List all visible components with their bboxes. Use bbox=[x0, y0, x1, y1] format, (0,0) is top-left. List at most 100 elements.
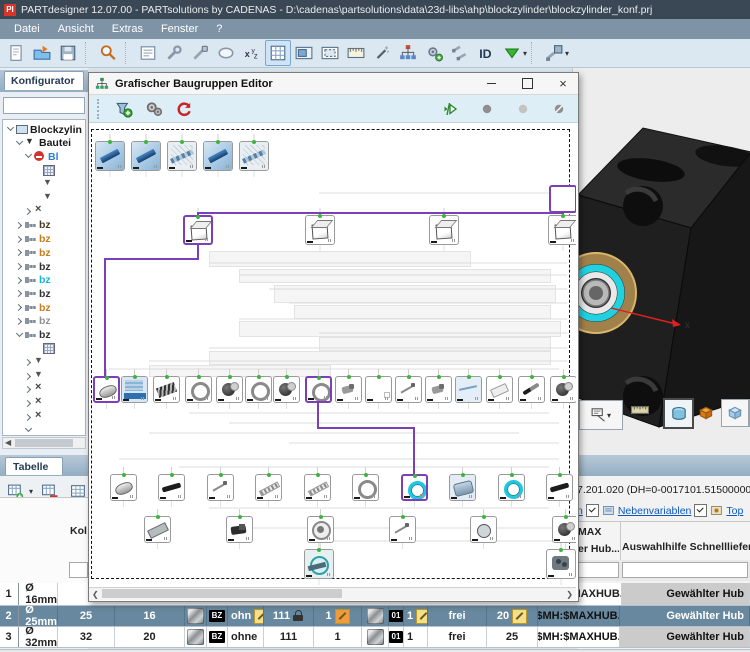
preview-window-button[interactable] bbox=[291, 40, 317, 66]
graph-node-tool[interactable] bbox=[518, 376, 545, 403]
graph-node-screw[interactable] bbox=[395, 376, 422, 403]
toolbar-grip[interactable] bbox=[97, 99, 103, 119]
table-cell[interactable]: BZ bbox=[207, 627, 228, 647]
menu-item-extras[interactable]: Extras bbox=[104, 21, 151, 37]
chevron-right-icon[interactable] bbox=[24, 413, 33, 422]
table-cell[interactable]: 1 bbox=[314, 627, 362, 647]
solid-box-button[interactable] bbox=[693, 400, 718, 425]
table-cell[interactable]: 1 bbox=[404, 606, 428, 626]
graph-node-ring[interactable] bbox=[352, 474, 379, 501]
frame-window-button[interactable] bbox=[317, 40, 343, 66]
tree-horizontal-scrollbar[interactable]: ◀ bbox=[2, 437, 86, 449]
table-cell[interactable]: 16 bbox=[115, 606, 185, 626]
table-cell[interactable]: 111 bbox=[264, 627, 314, 647]
chevron-right-icon[interactable] bbox=[15, 289, 24, 298]
tree-item-bz[interactable]: bz bbox=[15, 260, 51, 273]
graph-node-rodb[interactable] bbox=[158, 474, 185, 501]
table-cell[interactable]: [$MH:$MAXHUB.] bbox=[538, 627, 620, 647]
graph-node-spring[interactable] bbox=[304, 474, 331, 501]
dimensions-window-button[interactable] bbox=[343, 40, 369, 66]
chevron-right-icon[interactable] bbox=[24, 207, 33, 216]
graph-node-ringc[interactable] bbox=[498, 474, 525, 501]
id-button[interactable]: ID bbox=[473, 40, 499, 66]
graph-node-cyl[interactable] bbox=[93, 376, 120, 403]
graph-node-cyl[interactable] bbox=[110, 474, 137, 501]
scroll-left-icon[interactable]: ❮ bbox=[92, 590, 99, 599]
graph-node-rodb[interactable] bbox=[546, 474, 573, 501]
graph-node-rods[interactable] bbox=[153, 376, 180, 403]
graph-node-ring[interactable] bbox=[245, 376, 272, 403]
variables-button[interactable]: xyz bbox=[239, 40, 265, 66]
dialog-horizontal-scrollbar[interactable]: ❮ ❯ bbox=[89, 587, 576, 600]
chevron-right-icon[interactable] bbox=[15, 248, 24, 257]
table-cell[interactable]: 20 bbox=[115, 627, 185, 647]
chevron-right-icon[interactable] bbox=[15, 262, 24, 271]
table-row[interactable]: 3Ø 32mm3220BZohne1111011frei25[$MH:$MAXH… bbox=[0, 627, 750, 648]
table-cell[interactable]: 25 bbox=[58, 606, 115, 626]
scroll-thumb[interactable] bbox=[102, 589, 342, 598]
graph-node-draw2[interactable] bbox=[455, 376, 482, 403]
table-cell[interactable] bbox=[362, 606, 389, 626]
export-menu-button[interactable] bbox=[499, 40, 525, 66]
table-cell[interactable]: ohne bbox=[228, 627, 264, 647]
tree-item-blockzylin[interactable]: Blockzylin bbox=[6, 123, 82, 136]
edit-pencil-icon[interactable] bbox=[416, 609, 428, 624]
graph-node-discasm[interactable] bbox=[307, 516, 334, 543]
tree-item-bz[interactable]: bz bbox=[15, 287, 51, 300]
table-cell[interactable] bbox=[362, 627, 389, 647]
dropdown-caret-icon[interactable]: ▾ bbox=[523, 49, 527, 58]
graph-node-disc[interactable] bbox=[552, 516, 576, 543]
tree-item-bz[interactable]: bz bbox=[15, 233, 51, 246]
chevron-right-icon[interactable] bbox=[15, 221, 24, 230]
reload-button[interactable] bbox=[171, 96, 197, 122]
row-label-cell[interactable]: 1Ø 16mm bbox=[0, 583, 58, 605]
table-cell[interactable]: frei bbox=[428, 627, 487, 647]
graph-node-brkt2[interactable] bbox=[546, 549, 576, 579]
graph-node-screw[interactable] bbox=[207, 474, 234, 501]
graph-node-thumbb[interactable] bbox=[131, 141, 161, 171]
chevron-right-icon[interactable] bbox=[24, 399, 33, 408]
state-dot-slash-button[interactable] bbox=[546, 96, 572, 122]
graph-node-fit[interactable] bbox=[425, 376, 452, 403]
table-row[interactable]: 2Ø 25mm2516BZohn1111011frei20[$MH:$MAXHU… bbox=[0, 606, 750, 627]
save-button[interactable] bbox=[55, 40, 81, 66]
graph-node-fitd[interactable] bbox=[226, 516, 253, 543]
chevron-down-icon[interactable] bbox=[15, 139, 24, 148]
feature-settings-button[interactable] bbox=[421, 40, 447, 66]
save-part-button[interactable] bbox=[541, 40, 567, 66]
chevron-right-icon[interactable] bbox=[15, 303, 24, 312]
table-cell[interactable]: 01 bbox=[389, 627, 404, 647]
tree-item[interactable] bbox=[24, 356, 48, 369]
tree-item-bz[interactable]: bz bbox=[15, 315, 51, 328]
tab-tabelle[interactable]: Tabelle bbox=[5, 457, 63, 475]
chevron-right-icon[interactable] bbox=[24, 358, 33, 367]
chevron-right-icon[interactable] bbox=[15, 235, 24, 244]
table-cell[interactable] bbox=[185, 606, 207, 626]
chevron-right-icon[interactable] bbox=[15, 276, 24, 285]
wizard-button[interactable] bbox=[369, 40, 395, 66]
tree-item-bz[interactable]: bz bbox=[15, 219, 51, 232]
maximize-button[interactable] bbox=[512, 75, 542, 93]
menu-item-datei[interactable]: Datei bbox=[6, 21, 48, 37]
form-editor-button[interactable] bbox=[135, 40, 161, 66]
tools-button[interactable] bbox=[161, 40, 187, 66]
graph-node-disc[interactable] bbox=[273, 376, 300, 403]
menu-item-fenster[interactable]: Fenster bbox=[153, 21, 206, 37]
edit-pencil-icon[interactable] bbox=[512, 609, 527, 624]
close-button[interactable]: × bbox=[548, 75, 578, 93]
chevron-right-icon[interactable] bbox=[15, 317, 24, 326]
tree-item[interactable] bbox=[33, 342, 57, 355]
menu-item-ansicht[interactable]: Ansicht bbox=[50, 21, 102, 37]
search-button[interactable] bbox=[95, 40, 121, 66]
tree-item-bz[interactable]: bz bbox=[15, 301, 51, 314]
glass-box-button[interactable] bbox=[721, 399, 749, 427]
chevron-down-icon[interactable] bbox=[24, 426, 33, 435]
tree-item-bautei[interactable]: Bautei bbox=[15, 137, 71, 150]
graph-node-flange[interactable] bbox=[470, 516, 497, 543]
graph-node-cube[interactable] bbox=[429, 215, 459, 245]
top-link[interactable]: Top bbox=[726, 505, 743, 517]
table-view-button[interactable] bbox=[265, 40, 291, 66]
filter-cell[interactable] bbox=[578, 562, 619, 578]
dropdown-caret-icon[interactable]: ▾ bbox=[607, 411, 611, 420]
sketch-button[interactable] bbox=[213, 40, 239, 66]
